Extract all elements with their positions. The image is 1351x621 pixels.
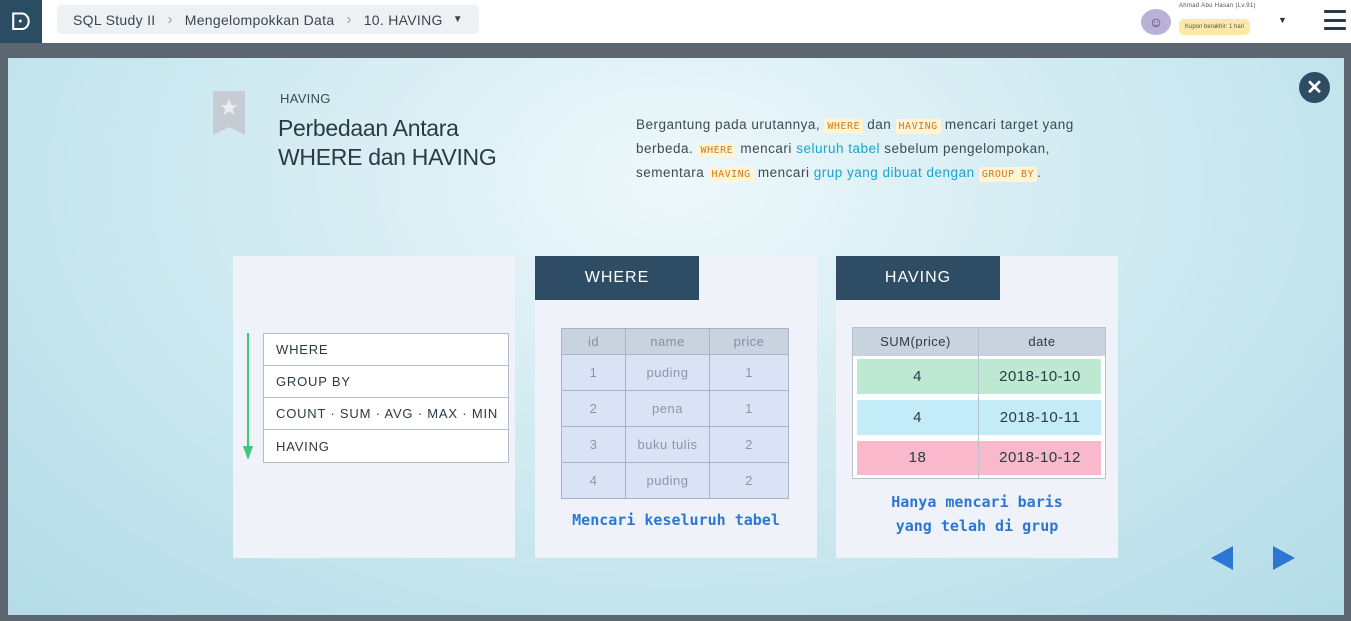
table-cell: 4 [852,355,979,397]
list-item: HAVING [276,438,330,454]
code-keyword: WHERE [697,143,737,158]
table-header: SUM(price) [852,327,979,356]
code-keyword: HAVING [708,167,754,182]
lesson-slide-modal: ✕ HAVING Perbedaan Antara WHERE dan HAVI… [8,58,1344,615]
having-panel: HAVING SUM(price) date 4 2018-10-10 4 20… [836,256,1118,558]
table-cell: buku tulis [625,426,710,463]
code-keyword: HAVING [895,119,941,134]
chevron-right-icon: › [167,11,173,28]
table-row: 2 pena 1 [561,390,789,427]
table-cell: 4 [852,396,979,438]
arrow-head-icon [243,446,253,460]
menu-bar [1324,27,1346,30]
caret-down-icon[interactable]: ▼ [453,14,463,25]
table-cell: 2018-10-10 [979,356,1106,397]
list-item: COUNT · SUM · AVG · MAX · MIN [264,398,508,430]
code-keyword: GROUP BY [978,167,1038,182]
table-row: 4 puding 2 [561,462,789,499]
desc-text: Bergantung pada urutannya, [636,117,825,132]
slide-description: Bergantung pada urutannya, WHERE dan HAV… [636,114,1116,186]
table-cell: 4 [561,462,626,499]
cell-value: 2018-10-12 [979,440,1101,475]
close-icon[interactable]: ✕ [1299,72,1330,103]
cell-value: 18 [857,440,978,475]
cell-value: 4 [857,358,978,394]
table-row: 3 buku tulis 2 [561,426,789,463]
menu-bar [1324,18,1346,22]
user-name: Ahmad Abu Hasan (Lv.91) [1179,3,1256,9]
table-cell: 3 [561,426,626,463]
table-cell: 1 [561,354,626,391]
desc-text: dan [863,117,896,132]
table-row: 4 2018-10-10 [852,355,1106,397]
table-header-row: id name price [561,328,789,355]
top-bar: ᗠ SQL Study II › Mengelompokkan Data › 1… [0,0,1351,43]
table-cell: 2 [709,462,789,499]
avatar[interactable]: ☺ [1141,9,1171,35]
cell-value: 2018-10-11 [979,399,1101,435]
order-list: WHERE GROUP BY COUNT · SUM · AVG · MAX ·… [263,333,509,463]
panel-title: WHERE [535,256,699,300]
breadcrumb-lesson[interactable]: 10. HAVING [364,12,443,28]
panel-title: HAVING [836,256,1000,300]
highlight-text: grup yang dibuat dengan [813,165,975,180]
having-table: SUM(price) date 4 2018-10-10 4 2018-10-1… [852,327,1106,479]
desc-text: mencari [736,141,797,156]
table-row: 1 puding 1 [561,354,789,391]
where-panel: WHERE id name price 1 puding 1 2 pena 1 [535,256,817,558]
table-cell: 2 [709,426,789,463]
caption-line: Hanya mencari baris [891,493,1063,511]
table-header: id [561,328,626,355]
desc-text: mencari [753,165,814,180]
lesson-tag: HAVING [280,91,331,106]
coupon-badge: Kupon berakhir: 1 hari [1179,19,1251,35]
list-item: WHERE [264,334,508,366]
execution-order-panel: WHERE GROUP BY COUNT · SUM · AVG · MAX ·… [233,256,515,558]
breadcrumb-course[interactable]: SQL Study II [73,12,155,28]
table-cell: 1 [709,354,789,391]
menu-bar [1324,10,1346,13]
table-cell: pena [625,390,710,427]
table-header: price [709,328,789,355]
bookmark-star-icon[interactable] [213,91,245,135]
caption-line: yang telah di grup [895,517,1059,535]
user-menu[interactable]: ☺ Ahmad Abu Hasan (Lv.91) Kupon berakhir… [1141,2,1301,42]
table-cell: 2018-10-11 [979,397,1106,438]
table-cell: puding [625,462,710,499]
desc-text: . [1037,165,1042,180]
where-caption: Mencari keseluruh tabel [572,511,780,529]
hamburger-menu-icon[interactable] [1324,9,1346,31]
where-table: id name price 1 puding 1 2 pena 1 3 buku… [561,328,789,499]
next-arrow-icon[interactable] [1273,546,1295,570]
prev-arrow-icon[interactable] [1211,546,1233,570]
table-cell: 2 [561,390,626,427]
table-header: date [978,327,1106,356]
table-row: 4 2018-10-11 [852,396,1106,438]
breadcrumb-chapter[interactable]: Mengelompokkan Data [185,12,335,28]
slide-title: Perbedaan Antara WHERE dan HAVING [278,115,497,170]
table-cell: 18 [852,437,979,479]
caret-down-icon[interactable]: ▼ [1278,15,1287,25]
arrow-down-icon [247,333,249,447]
table-header-row: SUM(price) date [852,327,1106,356]
code-keyword: WHERE [824,119,863,134]
list-item: GROUP BY [264,366,508,398]
chevron-right-icon: › [346,11,352,28]
table-row: 18 2018-10-12 [852,437,1106,479]
having-caption: Hanya mencari baris yang telah di grup [836,490,1118,538]
cell-value: 2018-10-10 [979,358,1101,394]
highlight-text: seluruh tabel [796,141,880,156]
table-cell: puding [625,354,710,391]
cell-value: 4 [857,399,978,435]
table-header: name [625,328,710,355]
breadcrumb: SQL Study II › Mengelompokkan Data › 10.… [57,5,479,34]
table-cell: 2018-10-12 [979,438,1106,479]
logo-icon[interactable]: ᗠ [0,0,42,43]
table-cell: 1 [709,390,789,427]
